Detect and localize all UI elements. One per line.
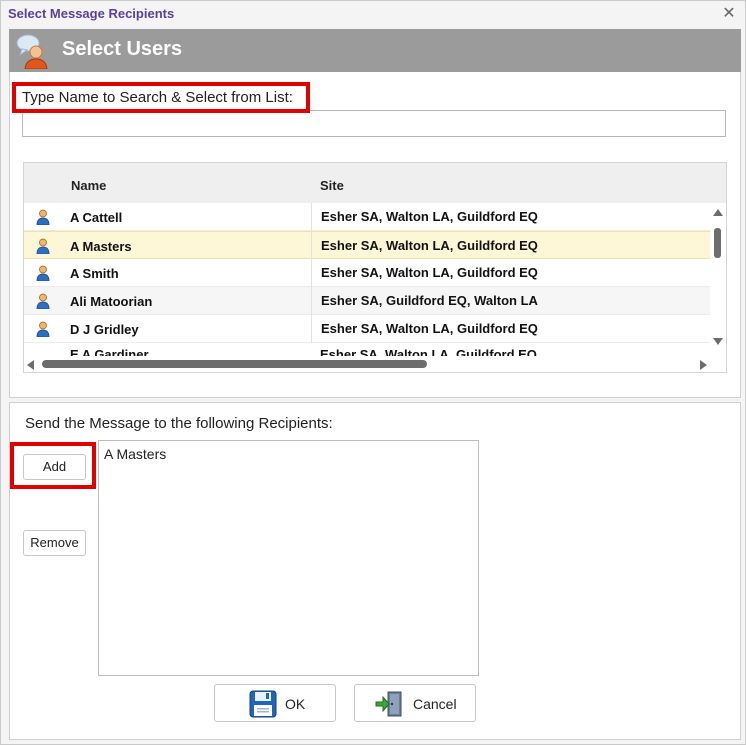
list-item[interactable]: A Masters — [104, 446, 166, 462]
remove-button[interactable]: Remove — [23, 530, 86, 556]
row-site: Esher SA, Walton LA, Guildford EQ — [311, 203, 538, 231]
horizontal-scrollbar[interactable] — [24, 356, 726, 372]
recipients-panel: Send the Message to the following Recipi… — [9, 402, 741, 740]
scroll-left-icon[interactable] — [27, 360, 34, 370]
table-row[interactable]: D J Gridley Esher SA, Walton LA, Guildfo… — [24, 315, 710, 343]
table-row[interactable]: Ali Matoorian Esher SA, Guildford EQ, Wa… — [24, 287, 710, 315]
user-icon — [36, 265, 50, 282]
horizontal-scroll-thumb[interactable] — [42, 360, 427, 368]
vertical-scroll-thumb[interactable] — [714, 228, 721, 258]
users-speech-icon — [14, 33, 50, 70]
user-icon — [36, 238, 50, 255]
table-row-partial[interactable]: E A Gardiner Esher SA, Walton LA, Guildf… — [24, 343, 710, 357]
user-icon — [36, 209, 50, 226]
table-row-selected[interactable]: A Masters Esher SA, Walton LA, Guildford… — [24, 231, 710, 260]
section-title: Select Users — [62, 38, 183, 60]
row-site: Esher SA, Walton LA, Guildford EQ — [311, 259, 538, 287]
vertical-scrollbar[interactable] — [710, 203, 726, 353]
save-disk-icon — [249, 690, 277, 718]
search-input[interactable] — [22, 110, 726, 137]
row-name: D J Gridley — [70, 322, 139, 337]
title-bar: Select Message Recipients ✕ — [1, 1, 745, 29]
row-name: A Smith — [70, 266, 119, 281]
add-button[interactable]: Add — [23, 454, 86, 480]
table-row[interactable]: A Smith Esher SA, Walton LA, Guildford E… — [24, 259, 710, 287]
row-site: Esher SA, Guildford EQ, Walton LA — [311, 287, 538, 315]
column-header-name[interactable]: Name — [71, 178, 106, 193]
search-label: Type Name to Search & Select from List: — [22, 89, 293, 106]
users-grid: Name Site A Cattell Esher SA, Walton LA,… — [23, 162, 727, 373]
row-name: Ali Matoorian — [70, 294, 153, 309]
row-name: A Cattell — [70, 210, 123, 225]
user-search-panel: Type Name to Search & Select from List: … — [9, 72, 741, 398]
scroll-down-icon[interactable] — [713, 338, 723, 345]
scroll-right-icon[interactable] — [700, 360, 707, 370]
table-row[interactable]: A Cattell Esher SA, Walton LA, Guildford… — [24, 203, 710, 231]
recipients-label: Send the Message to the following Recipi… — [25, 415, 333, 432]
scroll-up-icon[interactable] — [713, 209, 723, 216]
cancel-button[interactable]: Cancel — [354, 684, 476, 722]
recipients-list[interactable]: A Masters — [98, 440, 479, 676]
select-recipients-dialog: Select Message Recipients ✕ Select Users… — [0, 0, 746, 745]
ok-button[interactable]: OK — [214, 684, 336, 722]
column-header-site[interactable]: Site — [320, 178, 344, 193]
grid-header: Name Site — [24, 163, 726, 203]
user-icon — [36, 293, 50, 310]
row-site: Esher SA, Walton LA, Guildford EQ — [311, 315, 538, 343]
row-name: A Masters — [70, 239, 132, 254]
row-site: Esher SA, Walton LA, Guildford EQ — [311, 232, 538, 260]
close-icon[interactable]: ✕ — [719, 4, 739, 24]
cancel-label: Cancel — [413, 696, 457, 712]
window-title: Select Message Recipients — [8, 6, 175, 21]
exit-door-icon — [375, 690, 403, 718]
user-icon — [36, 321, 50, 338]
section-header: Select Users — [9, 29, 741, 72]
ok-label: OK — [285, 696, 306, 712]
